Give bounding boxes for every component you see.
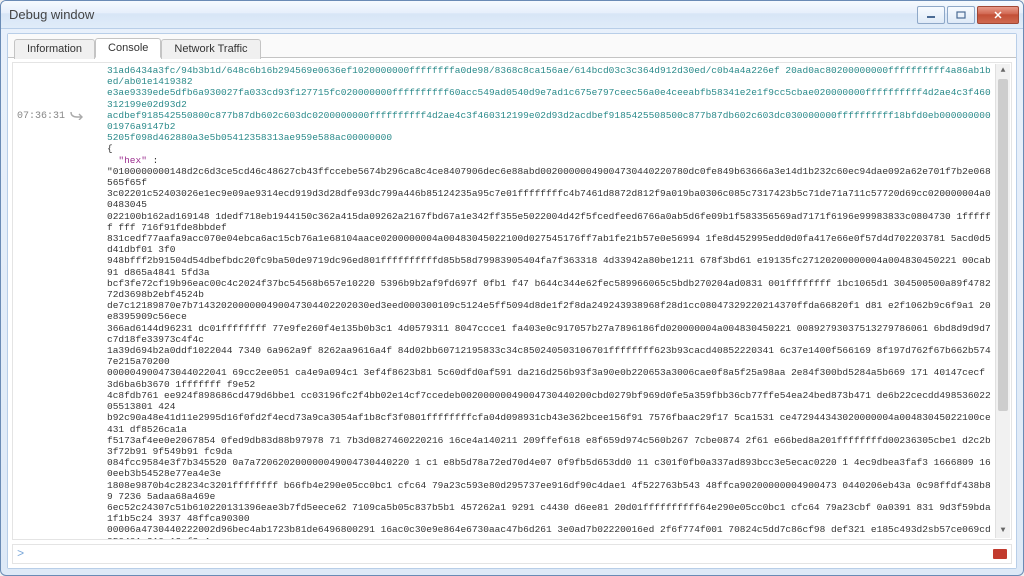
console-prompt-icon: > (17, 547, 24, 561)
console-input-row: > (12, 544, 1012, 564)
input-indicator-icon (993, 549, 1007, 559)
debug-window: Debug window Information Console Network… (0, 0, 1024, 576)
tabstrip: Information Console Network Traffic (8, 34, 1016, 58)
json-response-block: { "hex" : "0100000000148d2c6d3ce5cd46c48… (107, 143, 1007, 539)
titlebar[interactable]: Debug window (1, 1, 1023, 29)
previous-output-block: 31ad6434a3fc/94b3b1d/648c6b16b294569e063… (107, 65, 1007, 143)
response-arrow-icon (69, 110, 85, 125)
content-frame: Information Console Network Traffic 07:3… (7, 33, 1017, 569)
scroll-up-button[interactable]: ▲ (996, 64, 1010, 78)
console-output[interactable]: 07:36:31 31ad6434a3fc/94b3b1d/648c6b16b2… (12, 62, 1012, 540)
scroll-down-button[interactable]: ▼ (996, 524, 1010, 538)
console-input[interactable] (28, 548, 993, 560)
titlebar-buttons (915, 6, 1019, 24)
window-title: Debug window (9, 7, 915, 22)
log-timestamp: 07:36:31 (17, 111, 65, 123)
log-entry-meta: 07:36:31 (17, 110, 103, 125)
close-button[interactable] (977, 6, 1019, 24)
tab-console[interactable]: Console (95, 38, 161, 58)
scrollbar-thumb[interactable] (998, 79, 1008, 411)
console-panel: 07:36:31 31ad6434a3fc/94b3b1d/648c6b16b2… (8, 58, 1016, 568)
maximize-button[interactable] (947, 6, 975, 24)
console-gutter: 07:36:31 (13, 63, 107, 539)
console-text[interactable]: 31ad6434a3fc/94b3b1d/648c6b16b294569e063… (107, 63, 1011, 539)
vertical-scrollbar[interactable]: ▲ ▼ (995, 64, 1010, 538)
tab-information[interactable]: Information (14, 39, 95, 59)
tab-network-traffic[interactable]: Network Traffic (161, 39, 260, 59)
minimize-button[interactable] (917, 6, 945, 24)
